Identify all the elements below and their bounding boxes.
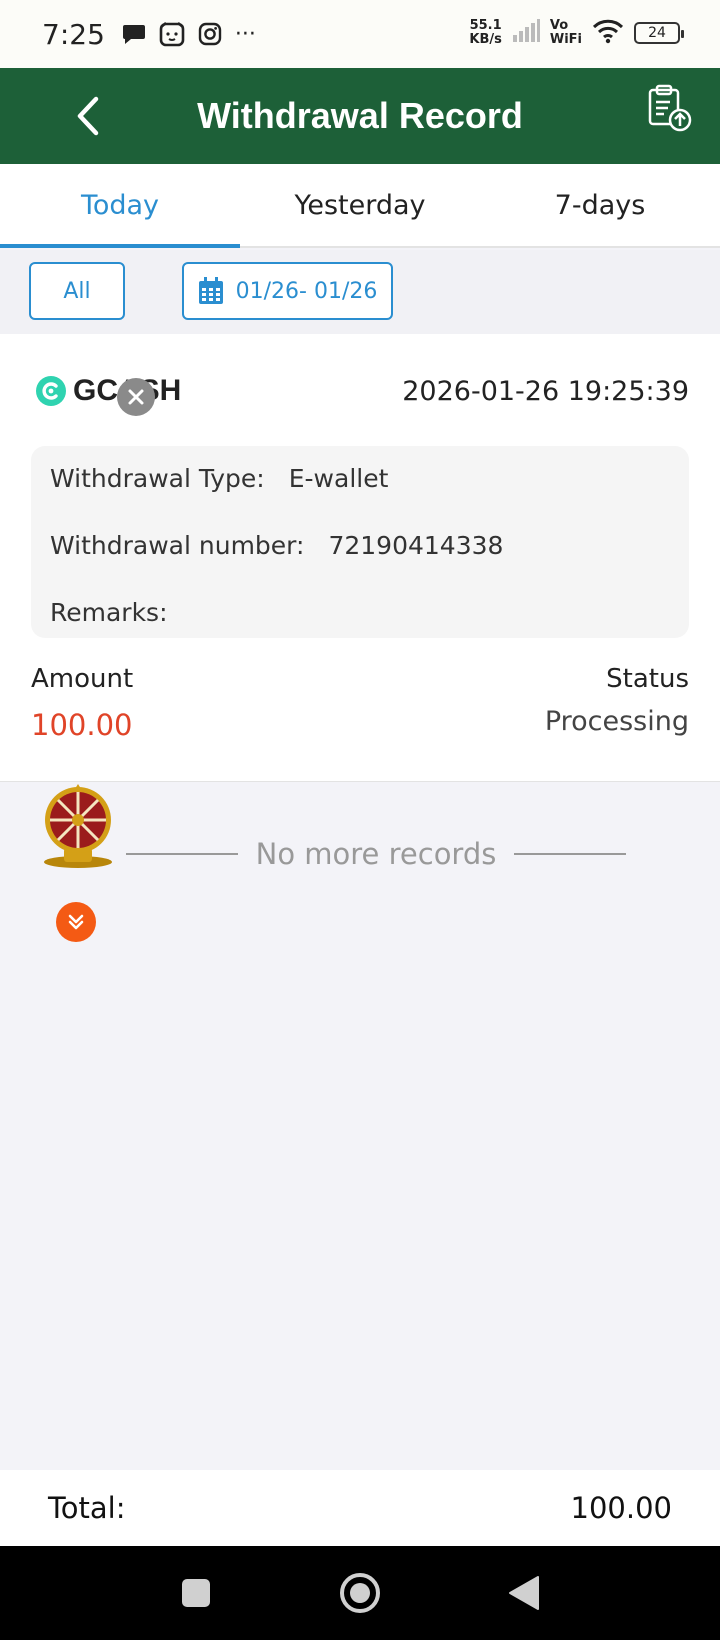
detail-label: Withdrawal number: bbox=[50, 531, 305, 560]
detail-row-withdrawal-type: Withdrawal Type: E-wallet bbox=[50, 464, 670, 531]
divider-line bbox=[514, 853, 627, 855]
detail-value: 72190414338 bbox=[328, 531, 504, 560]
instagram-icon bbox=[197, 21, 223, 47]
signal-icon bbox=[512, 19, 540, 47]
total-bar: Total: 100.00 bbox=[0, 1470, 720, 1546]
circle-home-icon bbox=[340, 1573, 380, 1613]
recent-apps-button[interactable] bbox=[171, 1568, 221, 1618]
status-time: 7:25 bbox=[42, 17, 105, 51]
total-value: 100.00 bbox=[570, 1491, 672, 1525]
divider-line bbox=[125, 853, 238, 855]
home-button[interactable] bbox=[335, 1568, 385, 1618]
status-indicators: 55.1 KB/s Vo WiFi 24 bbox=[469, 18, 684, 48]
battery-indicator: 24 bbox=[634, 22, 684, 44]
prize-wheel-icon bbox=[44, 784, 112, 868]
status-value: Processing bbox=[544, 706, 689, 737]
filter-bar: All 01/26- 01/26 bbox=[0, 250, 720, 334]
date-tabs: Today Yesterday 7-days bbox=[0, 164, 720, 248]
app-header: Withdrawal Record bbox=[0, 68, 720, 164]
tab-today[interactable]: Today bbox=[0, 164, 240, 248]
calendar-icon bbox=[198, 277, 223, 304]
page-title: Withdrawal Record bbox=[197, 95, 523, 136]
chevron-left-icon bbox=[77, 96, 99, 136]
export-records-button[interactable] bbox=[642, 82, 694, 134]
vowifi-indicator: Vo WiFi bbox=[549, 18, 582, 47]
detail-label: Remarks: bbox=[50, 598, 168, 627]
triangle-back-icon bbox=[509, 1576, 539, 1610]
notification-icons: ··· bbox=[121, 21, 256, 47]
double-chevron-down-icon bbox=[68, 914, 84, 930]
lucky-wheel-floating-button[interactable] bbox=[40, 784, 116, 870]
withdrawal-record-card[interactable]: GCASH 2026-01-26 19:25:39 Withdrawal Typ… bbox=[0, 334, 720, 782]
record-datetime: 2026-01-26 19:25:39 bbox=[402, 375, 689, 407]
date-range-picker[interactable]: 01/26- 01/26 bbox=[182, 262, 393, 320]
amount-block: Amount 100.00 bbox=[31, 664, 133, 742]
filter-all-button[interactable]: All bbox=[29, 262, 125, 320]
list-end-indicator: No more records bbox=[110, 834, 642, 874]
network-speed: 55.1 KB/s bbox=[469, 18, 502, 47]
total-label: Total: bbox=[48, 1491, 126, 1525]
status-label: Status bbox=[606, 664, 689, 694]
detail-row-withdrawal-number: Withdrawal number: 72190414338 bbox=[50, 531, 670, 598]
tab-yesterday[interactable]: Yesterday bbox=[240, 164, 480, 246]
detail-value: E-wallet bbox=[288, 464, 389, 493]
wifi-icon bbox=[592, 18, 624, 48]
back-button[interactable] bbox=[66, 92, 110, 140]
chat-bubble-icon bbox=[121, 21, 147, 47]
payment-method: GCASH bbox=[35, 374, 181, 408]
tab-7-days[interactable]: 7-days bbox=[480, 164, 720, 246]
clipboard-upload-icon bbox=[648, 84, 692, 132]
record-details: Withdrawal Type: E-wallet Withdrawal num… bbox=[31, 446, 689, 638]
status-bar: 7:25 ··· 55.1 KB/s Vo WiFi 24 bbox=[0, 0, 720, 68]
status-block: Status Processing bbox=[545, 664, 689, 737]
gcash-logo-icon bbox=[36, 376, 66, 406]
cat-app-icon bbox=[159, 21, 185, 47]
close-icon bbox=[128, 389, 144, 405]
detail-row-remarks: Remarks: bbox=[50, 598, 670, 665]
amount-label: Amount bbox=[31, 664, 134, 694]
more-notifications-icon: ··· bbox=[234, 21, 256, 47]
no-more-records-text: No more records bbox=[255, 837, 497, 871]
close-floating-widget-button[interactable] bbox=[117, 378, 155, 416]
date-range-label: 01/26- 01/26 bbox=[235, 278, 378, 304]
system-navigation-bar bbox=[0, 1546, 720, 1640]
square-icon bbox=[182, 1579, 210, 1607]
back-nav-button[interactable] bbox=[499, 1568, 549, 1618]
amount-value: 100.00 bbox=[31, 708, 133, 742]
detail-label: Withdrawal Type: bbox=[50, 464, 265, 493]
expand-floating-button[interactable] bbox=[56, 902, 96, 942]
